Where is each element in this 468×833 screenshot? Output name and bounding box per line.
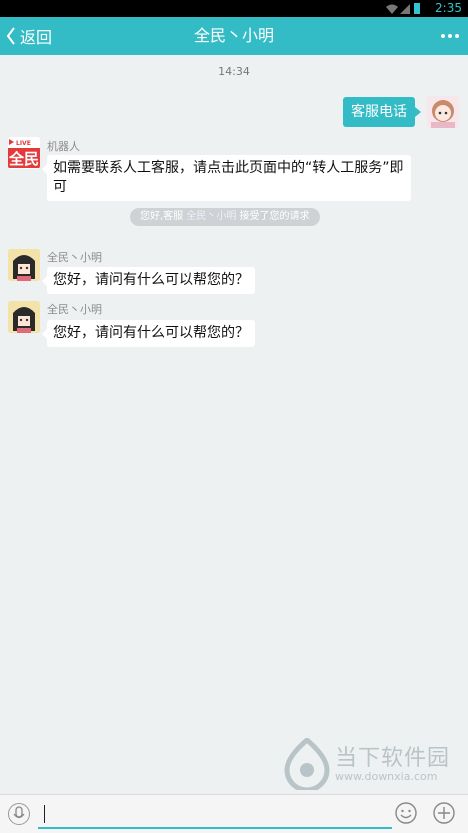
status-bar: 2:35 <box>0 0 468 17</box>
emoji-icon[interactable] <box>394 801 418 825</box>
live-logo-badge: LIVE <box>16 140 31 147</box>
status-time: 2:35 <box>435 1 462 15</box>
text-cursor <box>44 805 45 823</box>
microphone-icon <box>13 806 25 819</box>
robot-message-line1: 如需要联系人工客服，请点击此页面中的“转人工服务”即 <box>53 160 404 176</box>
live-logo-text: 全民 <box>8 150 39 168</box>
back-button[interactable]: 返回 <box>6 17 52 55</box>
system-notice: 您好,客服 全民丶小明 接受了您的请求 <box>130 208 320 226</box>
agent-avatar[interactable] <box>8 249 40 281</box>
plus-icon[interactable] <box>432 801 456 825</box>
agent-avatar[interactable] <box>8 301 40 333</box>
message-input[interactable] <box>38 799 392 829</box>
page-title: 全民丶小明 <box>193 26 274 45</box>
agent-avatar-icon <box>8 301 40 333</box>
battery-icon <box>414 3 420 14</box>
title-bar: 返回 全民丶小明 <box>0 17 468 55</box>
signal-icon <box>400 4 410 14</box>
robot-message-line2: 可 <box>53 179 67 195</box>
watermark: 当下软件园 www.downxia.com <box>283 736 463 794</box>
system-notice-suffix: 接受了您的请求 <box>236 211 310 222</box>
status-icons <box>386 3 420 14</box>
input-bar <box>0 794 468 833</box>
robot-avatar[interactable]: LIVE 全民 <box>8 137 40 169</box>
system-notice-prefix: 您好,客服 <box>140 211 187 222</box>
wifi-icon <box>386 4 398 14</box>
agent-avatar-icon <box>8 249 40 281</box>
agent-message[interactable]: 您好，请问有什么可以帮您的？ <box>42 320 255 347</box>
agent-name: 全民丶小明 <box>47 251 102 264</box>
watermark-url: www.downxia.com <box>335 770 438 783</box>
more-icon[interactable] <box>440 29 460 43</box>
watermark-title: 当下软件园 <box>335 746 451 771</box>
robot-message[interactable]: 如需要联系人工客服，请点击此页面中的“转人工服务”即 可 <box>42 155 411 201</box>
chat-timestamp: 14:34 <box>218 65 250 78</box>
voice-button[interactable] <box>8 803 30 825</box>
user-avatar[interactable] <box>427 96 459 128</box>
watermark-logo-icon <box>284 736 330 793</box>
outgoing-message[interactable]: 客服电话 <box>343 97 421 127</box>
agent-name: 全民丶小明 <box>47 303 102 316</box>
robot-name: 机器人 <box>47 140 80 153</box>
user-avatar-icon <box>431 100 455 128</box>
live-logo-icon: LIVE 全民 <box>8 137 40 169</box>
system-notice-agent: 全民丶小明 <box>186 211 237 222</box>
agent-message[interactable]: 您好，请问有什么可以帮您的？ <box>42 267 255 294</box>
chevron-left-icon <box>6 27 15 45</box>
back-label: 返回 <box>20 28 53 47</box>
